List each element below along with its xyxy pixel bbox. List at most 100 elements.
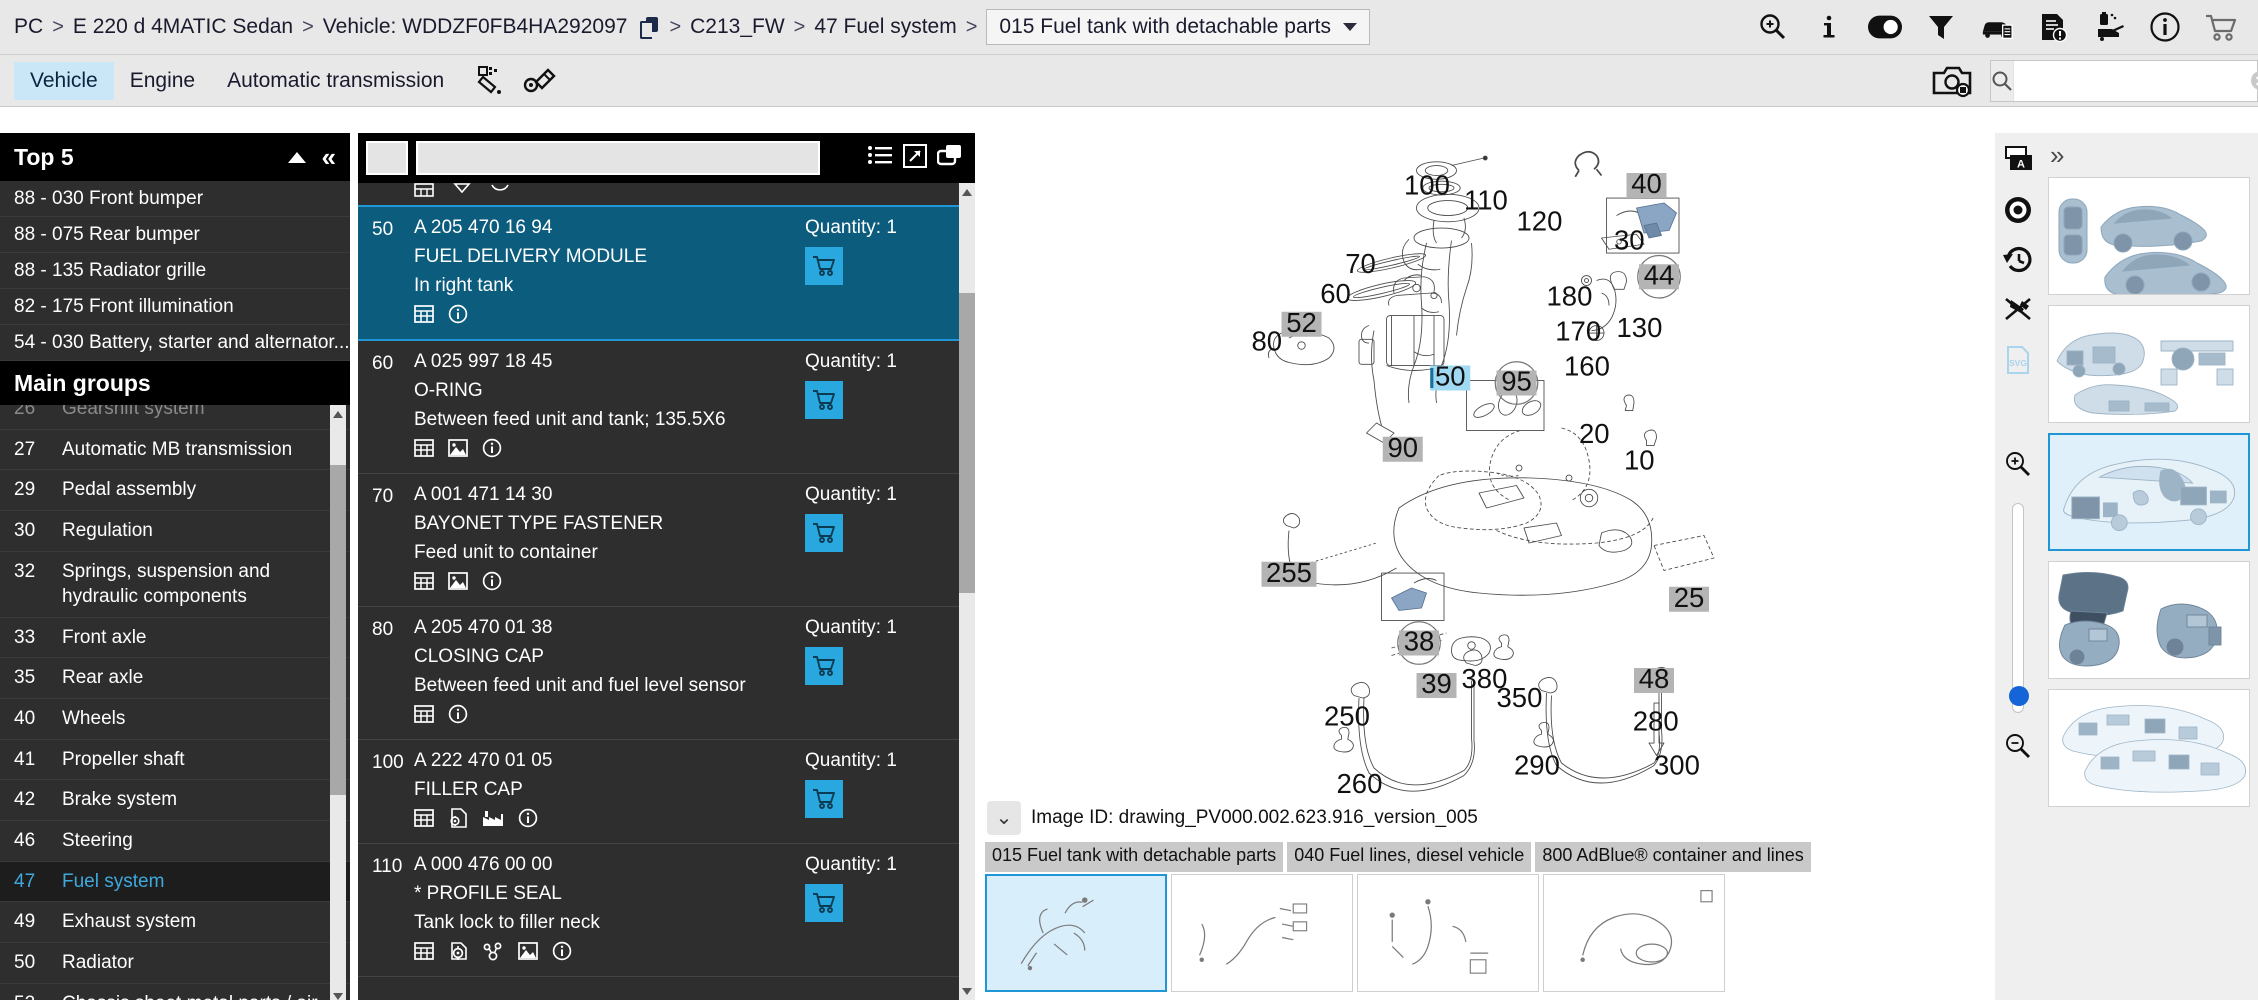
callout-350[interactable]: 350	[1497, 682, 1543, 713]
tab-vehicle[interactable]: Vehicle	[14, 61, 114, 100]
toggle-switch-icon[interactable]	[1868, 10, 1902, 44]
link-icon[interactable]	[482, 941, 504, 966]
drawing-tab-1[interactable]: 040 Fuel lines, diesel vehicle	[1287, 842, 1532, 872]
chevron-up-icon[interactable]	[287, 151, 306, 163]
part-row[interactable]: 80 A 205 470 01 38 CLOSING CAP Between feed…	[358, 607, 975, 740]
callout-80[interactable]: 80	[1252, 326, 1283, 357]
info-i-icon[interactable]	[1812, 10, 1846, 44]
breadcrumb-item-vehicle[interactable]: Vehicle: WDDZF0FB4HA292097	[323, 15, 628, 39]
sidebar-item-gearshift-system[interactable]: 26 Gearshift system	[0, 405, 350, 430]
sidebar-item-exhaust-system[interactable]: 49 Exhaust system	[0, 902, 350, 943]
breadcrumb-item-model[interactable]: E 220 d 4MATIC Sedan	[73, 15, 293, 39]
card-vehicle-interior[interactable]	[2048, 305, 2250, 423]
callout-160[interactable]: 160	[1564, 351, 1610, 382]
clear-icon[interactable]	[2251, 61, 2258, 101]
add-to-cart-icon[interactable]	[805, 514, 843, 552]
sidebar-item-chassis-sheet-metal-parts-air-intake[interactable]: 52Chassis sheet metal parts / air intake	[0, 984, 350, 1000]
gear-icon[interactable]	[448, 941, 468, 966]
tab-automatic-transmission[interactable]: Automatic transmission	[211, 62, 460, 100]
callout-25[interactable]: 25	[1669, 582, 1709, 613]
callout-255[interactable]: 255	[1261, 557, 1317, 588]
gear-doc-icon[interactable]	[448, 808, 468, 833]
callout-70[interactable]: 70	[1345, 248, 1376, 279]
sidebar-item-pedal-assembly[interactable]: 29 Pedal assembly	[0, 470, 350, 511]
search-input[interactable]	[2014, 60, 2251, 101]
table-icon[interactable]	[414, 571, 434, 596]
shopping-cart-icon[interactable]	[2204, 10, 2238, 44]
filter-funnel-icon[interactable]	[1924, 10, 1958, 44]
top5-item-2[interactable]: 88 - 135 Radiator grille	[0, 253, 350, 289]
sidebar-item-wheels[interactable]: 40 Wheels	[0, 699, 350, 740]
callout-60[interactable]: 60	[1320, 278, 1351, 309]
zoom-out-icon[interactable]	[2001, 729, 2035, 763]
callout-170[interactable]: 170	[1555, 316, 1601, 347]
callout-100[interactable]: 100	[1404, 169, 1450, 200]
callout-280[interactable]: 280	[1633, 706, 1679, 737]
callout-130[interactable]: 130	[1617, 312, 1663, 343]
sidebar-item-rear-axle[interactable]: 35 Rear axle	[0, 658, 350, 700]
scroll-up-button[interactable]	[330, 405, 346, 423]
exploded-parts-diagram[interactable]: 100 110 120 40 30 44 130 70605280 50 95 90 180 170 16…	[983, 133, 1995, 833]
sidebar-item-regulation[interactable]: 30 Regulation	[0, 511, 350, 552]
expand-view-icon[interactable]	[903, 143, 927, 173]
parts-scrollbar-thumb[interactable]	[959, 293, 975, 593]
card-engine-units[interactable]	[2048, 561, 2250, 679]
parts-filter-input[interactable]	[416, 141, 820, 175]
breadcrumb-item-group[interactable]: 47 Fuel system	[814, 15, 956, 39]
tool-wrench-icon[interactable]	[520, 63, 560, 99]
paint-spray-icon[interactable]	[470, 63, 510, 99]
table-icon[interactable]	[414, 941, 434, 966]
thumb-fuel-lines[interactable]	[1171, 874, 1353, 992]
card-vehicle-exterior[interactable]	[2048, 177, 2250, 295]
add-to-cart-icon[interactable]	[805, 780, 843, 818]
tab-engine[interactable]: Engine	[114, 62, 211, 100]
eye-target-icon[interactable]	[2001, 193, 2035, 227]
search-box[interactable]	[1990, 59, 2258, 102]
part-row[interactable]: 100 A 222 470 01 05 FILLER CAP Quantity: 1	[358, 740, 975, 844]
breadcrumb-node-dropdown[interactable]: 015 Fuel tank with detachable parts	[986, 9, 1370, 45]
scroll-down-button[interactable]	[330, 987, 346, 1000]
callout-20[interactable]: 20	[1579, 418, 1610, 449]
zoom-in-icon[interactable]	[2001, 447, 2035, 481]
callout-300[interactable]: 300	[1654, 749, 1700, 780]
parts-scrollbar[interactable]	[959, 183, 975, 1000]
sidebar-item-propeller-shaft[interactable]: 41 Propeller shaft	[0, 740, 350, 781]
drawing-tab-0[interactable]: 015 Fuel tank with detachable parts	[985, 842, 1284, 872]
callout-39[interactable]: 39	[1416, 668, 1457, 699]
sidebar-item-radiator[interactable]: 50 Radiator	[0, 943, 350, 984]
callout-44[interactable]: 44	[1637, 254, 1681, 299]
card-vehicle-xray[interactable]	[2048, 433, 2250, 551]
double-chevron-right-icon[interactable]: »	[2050, 142, 2064, 168]
top5-item-4[interactable]: 54 - 030 Battery, starter and alternator…	[0, 325, 350, 361]
thumb-adblue-lines[interactable]	[1543, 874, 1725, 992]
sidebar-item-front-axle[interactable]: 33 Front axle	[0, 618, 350, 659]
table-icon[interactable]	[414, 704, 434, 729]
top5-item-1[interactable]: 88 - 075 Rear bumper	[0, 217, 350, 253]
list-view-icon[interactable]	[867, 144, 893, 173]
parts-filter-prefix[interactable]	[366, 141, 408, 175]
callout-50[interactable]: 50	[1430, 361, 1471, 392]
camera-screenshot-icon[interactable]	[1930, 61, 1978, 101]
part-row[interactable]: 50 A 205 470 16 94 FUEL DELIVERY MODULE In …	[358, 205, 975, 341]
zoom-slider[interactable]	[2008, 503, 2029, 713]
add-to-cart-icon[interactable]	[805, 381, 843, 419]
zoom-search-icon[interactable]	[1756, 10, 1790, 44]
callout-10[interactable]: 10	[1624, 444, 1655, 475]
factory-icon[interactable]	[482, 808, 504, 833]
info-icon[interactable]	[518, 808, 538, 833]
double-chevron-down-icon[interactable]: ⌄	[987, 801, 1021, 835]
table-icon[interactable]	[414, 304, 434, 329]
info-icon[interactable]	[482, 438, 502, 463]
label-toggle-icon[interactable]: A	[2001, 143, 2035, 177]
breadcrumb-item-chassis[interactable]: C213_FW	[690, 15, 785, 39]
history-icon[interactable]	[2001, 243, 2035, 277]
double-chevron-left-icon[interactable]: «	[322, 144, 336, 170]
duplicate-window-icon[interactable]	[936, 144, 963, 173]
part-row[interactable]: 70 A 001 471 14 30 BAYONET TYPE FASTENER Fe…	[358, 474, 975, 607]
part-row[interactable]: 110 A 000 476 00 00 * PROFILE SEAL Tank loc…	[358, 844, 975, 977]
thumb-fuel-tank[interactable]	[985, 874, 1167, 992]
card-vehicle-assemblies[interactable]	[2048, 689, 2250, 807]
info-icon[interactable]	[552, 941, 572, 966]
add-to-cart-icon[interactable]	[805, 647, 843, 685]
zoom-slider-handle[interactable]	[2008, 686, 2029, 706]
